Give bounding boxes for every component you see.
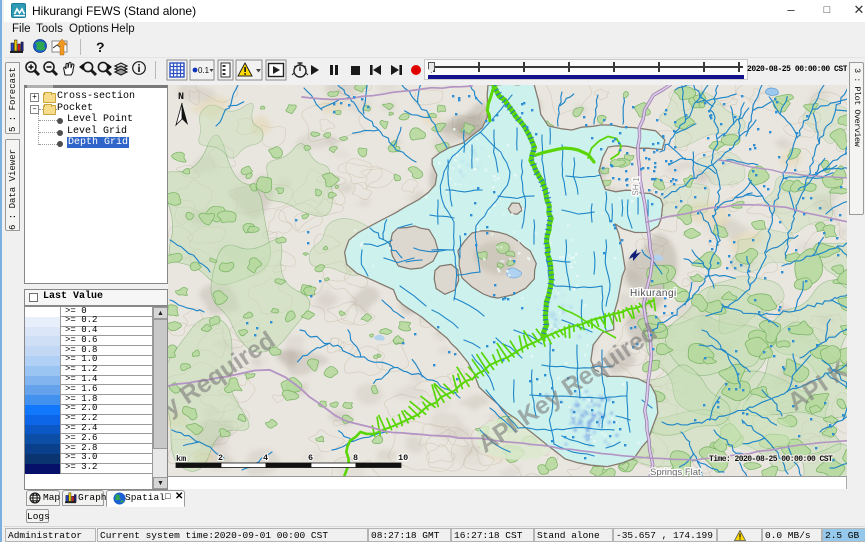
svg-text:km: km <box>176 454 186 464</box>
svg-text:4: 4 <box>263 453 268 463</box>
svg-text:2: 2 <box>218 453 223 463</box>
svg-text:0.1: 0.1 <box>198 66 210 75</box>
svg-text:Time: 2020-08-25 00:00:00 CST: Time: 2020-08-25 00:00:00 CST <box>709 455 833 464</box>
svg-text:Hikurangi: Hikurangi <box>630 288 677 299</box>
svg-text:?: ? <box>96 39 105 55</box>
svg-text:8: 8 <box>353 453 358 463</box>
svg-text:Springs Flat: Springs Flat <box>650 467 701 477</box>
svg-text:SH 1: SH 1 <box>630 176 641 196</box>
svg-text:10: 10 <box>398 453 408 463</box>
svg-text:N: N <box>178 92 184 103</box>
svg-text:6: 6 <box>308 453 313 463</box>
